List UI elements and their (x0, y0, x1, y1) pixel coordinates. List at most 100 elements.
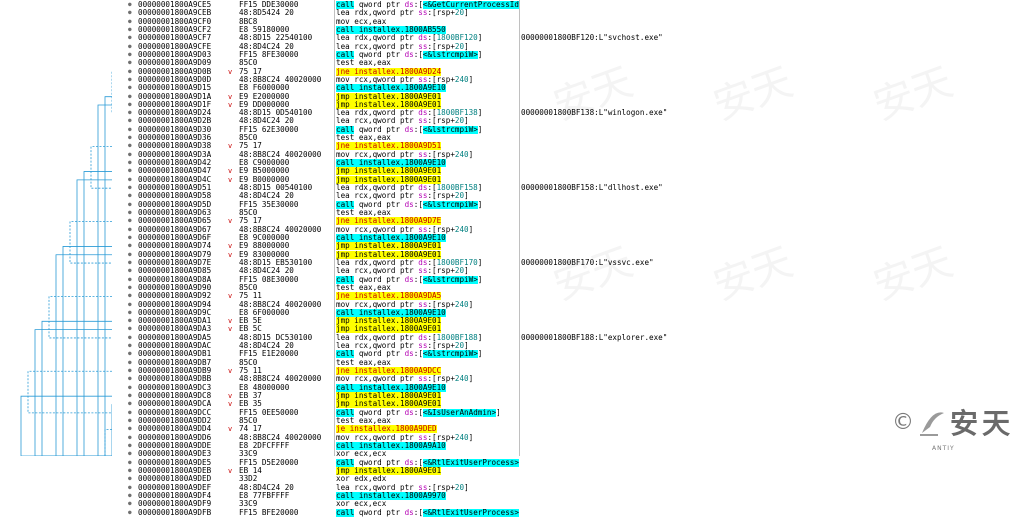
jump-direction-icon: v (228, 400, 233, 409)
breakpoint-dot-icon[interactable]: ● (128, 26, 133, 34)
breakpoint-dot-icon[interactable]: ● (128, 375, 133, 383)
row-comment: 00000001800BF188:L"explorer.exe" (521, 332, 668, 342)
breakpoint-dot-icon[interactable]: ● (128, 309, 133, 317)
breakpoint-dot-icon[interactable]: ● (128, 367, 133, 375)
breakpoint-dot-icon[interactable]: ● (128, 317, 133, 325)
breakpoint-dot-icon[interactable]: ● (128, 251, 133, 259)
breakpoint-dot-icon[interactable]: ● (128, 93, 133, 101)
instruction-token: ] (464, 9, 469, 18)
breakpoint-dot-icon[interactable]: ● (128, 384, 133, 392)
disasm-row[interactable]: ● 00000001800A9DE3 33C9 xor ecx,ecx (0, 449, 1024, 458)
breakpoint-dot-icon[interactable]: ● (128, 467, 133, 475)
breakpoint-dot-icon[interactable]: ● (128, 325, 133, 333)
instruction-token: rsp (436, 300, 451, 309)
instruction-token: ] (468, 150, 474, 159)
row-bytes: FF15 BFE20000 (239, 507, 299, 517)
breakpoint-dot-icon[interactable]: ● (128, 142, 133, 150)
row-instruction: jne installex.1800A9DCC (336, 367, 520, 376)
breakpoint-dot-icon[interactable]: ● (128, 43, 133, 51)
disasm-row[interactable]: ● 00000001800A9DFB FF15 BFE20000 call qword… (0, 507, 1024, 517)
breakpoint-dot-icon[interactable]: ● (128, 350, 133, 358)
breakpoint-dot-icon[interactable]: ● (128, 400, 133, 408)
breakpoint-dot-icon[interactable]: ● (128, 1, 133, 9)
breakpoint-dot-icon[interactable]: ● (128, 509, 133, 517)
breakpoint-dot-icon[interactable]: ● (128, 159, 133, 167)
breakpoint-dot-icon[interactable]: ● (128, 442, 133, 450)
breakpoint-dot-icon[interactable]: ● (128, 176, 133, 184)
instruction-token: :[ (413, 275, 423, 284)
breakpoint-dot-icon[interactable]: ● (128, 259, 133, 267)
instruction-token: installex.1800A9E10 (354, 159, 446, 168)
breakpoint-dot-icon[interactable]: ● (128, 292, 133, 300)
disasm-row[interactable]: ● 00000001800A9DF4 E8 77FBFFFF call install… (0, 491, 1024, 500)
breakpoint-dot-icon[interactable]: ● (128, 301, 133, 309)
breakpoint-dot-icon[interactable]: ● (128, 359, 133, 367)
breakpoint-dot-icon[interactable]: ● (128, 267, 133, 275)
breakpoint-dot-icon[interactable]: ● (128, 409, 133, 417)
breakpoint-dot-icon[interactable]: ● (128, 500, 133, 508)
breakpoint-dot-icon[interactable]: ● (128, 68, 133, 76)
breakpoint-dot-icon[interactable]: ● (128, 484, 133, 492)
breakpoint-dot-icon[interactable]: ● (128, 217, 133, 225)
breakpoint-dot-icon[interactable]: ● (128, 284, 133, 292)
row-instruction: jmp installex.1800A9E01 (336, 466, 520, 475)
row-instruction: lea rcx,qword ptr ss:[rsp+20] (336, 192, 520, 200)
instruction-token: lea rdx,qword ptr (336, 333, 419, 342)
instruction-token: :[ (427, 9, 437, 18)
breakpoint-dot-icon[interactable]: ● (128, 234, 133, 242)
breakpoint-dot-icon[interactable]: ● (128, 242, 133, 250)
breakpoint-dot-icon[interactable]: ● (128, 459, 133, 467)
breakpoint-dot-icon[interactable]: ● (128, 76, 133, 84)
instruction-token: ] (477, 125, 483, 134)
instruction-token: jne (336, 367, 350, 376)
breakpoint-dot-icon[interactable]: ● (128, 134, 133, 142)
instruction-token: :[ (427, 258, 437, 267)
disasm-row[interactable]: ● 00000001800A9DF9 33C9 xor ecx,ecx (0, 499, 1024, 508)
breakpoint-dot-icon[interactable]: ● (128, 34, 133, 42)
instruction-token: ds (404, 458, 414, 467)
breakpoint-dot-icon[interactable]: ● (128, 434, 133, 442)
breakpoint-dot-icon[interactable]: ● (128, 9, 133, 17)
instruction-token: installex.1800A9E10 (354, 84, 446, 93)
breakpoint-dot-icon[interactable]: ● (128, 342, 133, 350)
breakpoint-dot-icon[interactable]: ● (128, 59, 133, 67)
disasm-row[interactable]: ● 00000001800A9DED 33D2 xor edx,edx (0, 474, 1024, 483)
breakpoint-dot-icon[interactable]: ● (128, 51, 133, 59)
breakpoint-dot-icon[interactable]: ● (128, 276, 133, 284)
instruction-token: qword ptr (354, 1, 405, 9)
breakpoint-dot-icon[interactable]: ● (128, 101, 133, 109)
instruction-token: ] (468, 300, 474, 309)
instruction-token: installex.1800A9E10 (354, 308, 446, 317)
instruction-token: lea rdx,qword ptr (336, 258, 419, 267)
breakpoint-dot-icon[interactable]: ● (128, 109, 133, 117)
breakpoint-dot-icon[interactable]: ● (128, 167, 133, 175)
instruction-token: :[ (413, 125, 423, 134)
instruction-token: installex.1800A9E10 (354, 233, 446, 242)
breakpoint-dot-icon[interactable]: ● (128, 475, 133, 483)
breakpoint-dot-icon[interactable]: ● (128, 226, 133, 234)
breakpoint-dot-icon[interactable]: ● (128, 334, 133, 342)
breakpoint-dot-icon[interactable]: ● (128, 84, 133, 92)
breakpoint-dot-icon[interactable]: ● (128, 492, 133, 500)
breakpoint-dot-icon[interactable]: ● (128, 417, 133, 425)
disasm-row[interactable]: ● 00000001800A9DEF 48:8D4C24 20 lea rcx,qwo… (0, 483, 1024, 492)
breakpoint-dot-icon[interactable]: ● (128, 18, 133, 26)
breakpoint-dot-icon[interactable]: ● (128, 201, 133, 209)
breakpoint-dot-icon[interactable]: ● (128, 117, 133, 125)
breakpoint-dot-icon[interactable]: ● (128, 184, 133, 192)
breakpoint-dot-icon[interactable]: ● (128, 209, 133, 217)
disasm-row[interactable]: ● 00000001800A9DE5 FF15 D5E20000 call qword… (0, 458, 1024, 467)
breakpoint-dot-icon[interactable]: ● (128, 392, 133, 400)
breakpoint-dot-icon[interactable]: ● (128, 126, 133, 134)
breakpoint-dot-icon[interactable]: ● (128, 192, 133, 200)
instruction-token: ] (468, 433, 474, 442)
breakpoint-dot-icon[interactable]: ● (128, 425, 133, 433)
row-instruction: lea rcx,qword ptr ss:[rsp+20] (336, 342, 520, 350)
breakpoint-dot-icon[interactable]: ● (128, 151, 133, 159)
instruction-token: jne (336, 292, 350, 301)
instruction-token: ss (418, 483, 428, 492)
breakpoint-dot-icon[interactable]: ● (128, 450, 133, 458)
instruction-token: ds (404, 350, 414, 359)
instruction-token: 20 (454, 483, 465, 492)
disasm-row[interactable]: ● 00000001800A9DEB v EB 14 jmp installex.180… (0, 466, 1024, 475)
